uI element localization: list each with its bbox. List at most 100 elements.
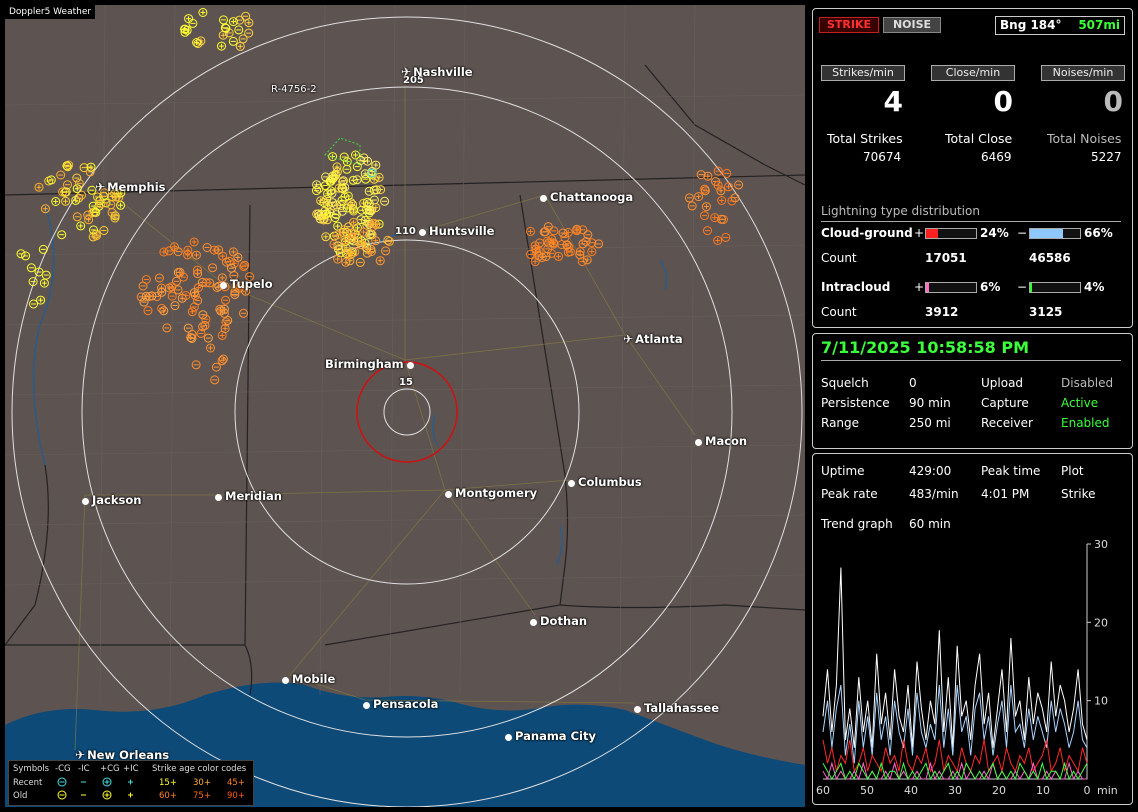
persistence-value: 90 min: [909, 396, 951, 410]
strikes-per-min-button[interactable]: Strikes/min: [821, 65, 905, 81]
lightning-map[interactable]: Doppler5 Weather 205 110 15 R-4756-2 ✈ Na…: [5, 5, 805, 807]
y-tick-label: 20: [1094, 616, 1108, 629]
cg-positive-bar: [925, 228, 977, 239]
strike-marker-sign: [195, 271, 201, 277]
total-strikes-label: Total Strikes: [827, 131, 903, 146]
ic-positive-bar: [925, 282, 977, 293]
settings-panel: 7/11/2025 10:58:58 PM Squelch 0 Upload D…: [812, 333, 1133, 449]
strike-marker-sign: [219, 332, 225, 338]
city-pensacola: Pensacola: [363, 697, 438, 711]
legend-old-label: Old: [13, 791, 28, 801]
ic-positive-count: 3912: [925, 305, 959, 319]
cg-minus-sign: −: [1017, 226, 1028, 240]
x-tick-label: 60: [816, 784, 830, 797]
city-meridian: Meridian: [215, 489, 282, 503]
plot-label: Plot: [1061, 464, 1084, 478]
strike-marker-sign: [335, 223, 341, 229]
receiver-label: Receiver: [981, 416, 1033, 430]
distribution-divider: [821, 221, 1121, 222]
city-name: Tupelo: [230, 277, 273, 291]
city-atlanta: ✈ Atlanta: [623, 332, 683, 346]
legend-type-neg-ic: -IC: [78, 764, 90, 774]
strike-marker-sign: [528, 228, 534, 234]
ic-count-label: Count: [821, 305, 857, 319]
map-canvas: [5, 5, 805, 807]
city-panama-city: Panama City: [505, 729, 596, 743]
ic-positive-pct: 6%: [980, 280, 1001, 294]
legend-symbols-label: Symbols: [13, 764, 50, 774]
city-dot-icon: [634, 706, 641, 713]
cg-negative-bar: [1029, 228, 1081, 239]
persistence-label: Persistence: [821, 396, 890, 410]
city-name: Nashville: [413, 65, 473, 79]
capture-label: Capture: [981, 396, 1029, 410]
cg-count-label: Count: [821, 251, 857, 265]
strike-marker-sign: [703, 204, 709, 210]
strikes-per-min-value: 4: [883, 85, 903, 118]
city-name: Mobile: [292, 672, 336, 686]
strike-marker-sign: [208, 345, 214, 351]
total-noises-label: Total Noises: [1047, 131, 1122, 146]
uptime-label: Uptime: [821, 464, 865, 478]
ic-plus-sign: +: [914, 280, 925, 294]
city-dot-icon: [695, 439, 702, 446]
legend-age-label: Strike age color codes: [152, 764, 247, 774]
range-rings: [11, 16, 803, 807]
strike-marker-sign: [230, 249, 236, 255]
total-close-label: Total Close: [945, 131, 1013, 146]
strike-marker-sign: [719, 198, 725, 204]
range-value: 250 mi: [909, 416, 951, 430]
city-name: Tallahassee: [644, 701, 720, 715]
strike-marker-sign: [78, 223, 84, 229]
legend-age-recent-3: 45+: [227, 778, 245, 788]
bearing-readout: Bng 184° 507mi: [995, 16, 1125, 35]
strike-marker-sign: [38, 297, 44, 303]
ic-label: Intracloud: [821, 280, 891, 294]
strike-marker-sign: [330, 154, 336, 160]
receiver-value: Enabled: [1061, 416, 1110, 430]
city-name: Montgomery: [455, 486, 538, 500]
ic-negative-bar: [1029, 282, 1081, 293]
plot-value[interactable]: Strike: [1061, 487, 1096, 501]
city-columbus: Columbus: [568, 475, 642, 489]
legend-age-recent-1: 15+: [159, 778, 177, 788]
city-name: Meridian: [225, 489, 282, 503]
city-mobile: Mobile: [282, 672, 335, 686]
close-per-min-button[interactable]: Close/min: [931, 65, 1015, 81]
strike-markers: [16, 8, 744, 385]
strike-marker-sign: [191, 239, 197, 245]
peak-rate-label: Peak rate: [821, 487, 878, 501]
trend-panel: Uptime 429:00 Peak time Plot Peak rate 4…: [812, 453, 1133, 805]
squelch-label: Squelch: [821, 376, 869, 390]
city-name: Columbus: [578, 475, 642, 489]
noise-indicator[interactable]: NOISE: [883, 17, 941, 33]
legend-age-old-2: 75+: [193, 791, 211, 801]
trend-graph-value: 60 min: [909, 517, 951, 531]
strike-marker-sign: [555, 253, 561, 259]
city-dot-icon: [530, 619, 537, 626]
datetime-display: 7/11/2025 10:58:58 PM: [821, 338, 1029, 357]
total-strikes-value: 70674: [863, 150, 902, 164]
strike-indicator[interactable]: STRIKE: [819, 17, 879, 33]
strike-marker-sign: [246, 20, 252, 26]
strike-marker-sign: [323, 234, 329, 240]
strike-marker-sign: [193, 252, 199, 258]
strike-marker-sign: [589, 249, 595, 255]
cg-negative-pct: 66%: [1084, 226, 1113, 240]
total-noises-value: 5227: [1091, 150, 1122, 164]
city-dot-icon: [568, 480, 575, 487]
x-tick-label: 50: [860, 784, 874, 797]
total-close-value: 6469: [981, 150, 1012, 164]
strike-marker-sign: [373, 162, 379, 168]
city-memphis: ✈ Memphis: [95, 180, 166, 194]
strike-marker-sign: [715, 237, 721, 243]
cg-label: Cloud-ground: [821, 226, 913, 240]
close-per-min-value: 0: [993, 85, 1013, 118]
city-dot-icon: [406, 362, 414, 369]
city-dot-icon: [505, 734, 512, 741]
strike-marker-sign: [200, 10, 206, 16]
city-tallahassee: Tallahassee: [634, 701, 719, 715]
city-name: Birmingham: [325, 357, 404, 371]
cg-positive-pct: 24%: [980, 226, 1009, 240]
noises-per-min-button[interactable]: Noises/min: [1041, 65, 1125, 81]
